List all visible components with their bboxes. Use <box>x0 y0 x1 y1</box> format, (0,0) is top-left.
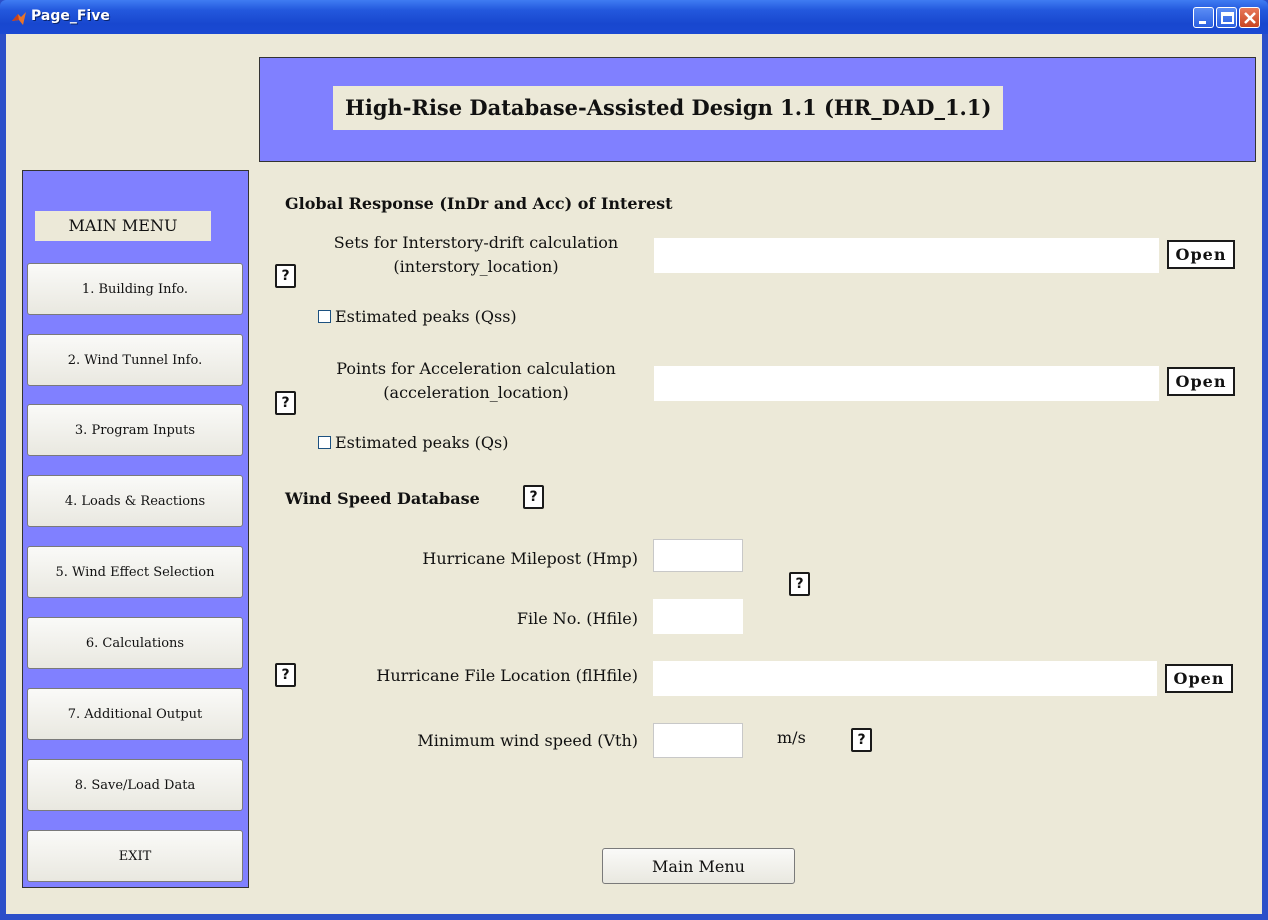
main-menu-panel: MAIN MENU 1. Building Info. 2. Wind Tunn… <box>22 170 249 888</box>
minimize-icon <box>1199 21 1206 24</box>
close-button[interactable] <box>1239 7 1260 28</box>
menu-wind-effect-selection-button[interactable]: 5. Wind Effect Selection <box>27 546 243 598</box>
file-location-label: Hurricane File Location (flHfile) <box>376 666 638 685</box>
interstory-location-input[interactable] <box>654 238 1159 273</box>
header-banner: High-Rise Database-Assisted Design 1.1 (… <box>259 57 1256 162</box>
menu-save-load-data-button[interactable]: 8. Save/Load Data <box>27 759 243 811</box>
minimize-button[interactable] <box>1193 7 1214 28</box>
interstory-peaks-checkbox[interactable] <box>318 309 331 323</box>
interstory-peaks-label: Estimated peaks (Qss) <box>335 306 517 326</box>
file-location-help-button[interactable]: ? <box>275 663 296 687</box>
window-title: Page_Five <box>31 8 110 24</box>
acceleration-label-line2: (acceleration_location) <box>383 383 569 402</box>
min-speed-help-button[interactable]: ? <box>851 728 872 752</box>
menu-wind-tunnel-info-button[interactable]: 2. Wind Tunnel Info. <box>27 334 243 386</box>
file-no-label: File No. (Hfile) <box>516 609 638 628</box>
maximize-button[interactable] <box>1216 7 1237 28</box>
milepost-input[interactable] <box>653 539 743 572</box>
acceleration-location-input[interactable] <box>654 366 1159 401</box>
acceleration-open-button[interactable]: Open <box>1167 367 1235 396</box>
min-speed-unit: m/s <box>777 728 806 747</box>
main-menu-button[interactable]: Main Menu <box>602 848 795 884</box>
menu-building-info-button[interactable]: 1. Building Info. <box>27 263 243 315</box>
acceleration-label-line1: Points for Acceleration calculation <box>336 359 616 378</box>
interstory-help-button[interactable]: ? <box>275 264 296 288</box>
acceleration-peaks-checkbox[interactable] <box>318 435 331 449</box>
file-location-open-button[interactable]: Open <box>1165 664 1233 693</box>
min-speed-label: Minimum wind speed (Vth) <box>417 731 638 750</box>
maximize-icon <box>1221 12 1234 24</box>
app-title: High-Rise Database-Assisted Design 1.1 (… <box>333 86 1004 130</box>
wind-speed-help-button[interactable]: ? <box>523 485 544 509</box>
file-no-input[interactable] <box>653 599 743 634</box>
min-speed-input[interactable] <box>653 723 743 758</box>
menu-program-inputs-button[interactable]: 3. Program Inputs <box>27 404 243 456</box>
milepost-label: Hurricane Milepost (Hmp) <box>422 549 638 568</box>
acceleration-peaks-label: Estimated peaks (Qs) <box>335 432 509 452</box>
acceleration-help-button[interactable]: ? <box>275 391 296 415</box>
menu-loads-reactions-button[interactable]: 4. Loads & Reactions <box>27 475 243 527</box>
interstory-label-line1: Sets for Interstory-drift calculation <box>333 233 619 252</box>
global-response-title: Global Response (InDr and Acc) of Intere… <box>285 194 673 213</box>
menu-additional-output-button[interactable]: 7. Additional Output <box>27 688 243 740</box>
interstory-label-line2: (interstory_location) <box>393 257 559 276</box>
client-area: High-Rise Database-Assisted Design 1.1 (… <box>6 34 1262 914</box>
menu-calculations-button[interactable]: 6. Calculations <box>27 617 243 669</box>
wind-speed-database-title: Wind Speed Database <box>285 489 480 508</box>
close-icon <box>1244 12 1256 24</box>
main-menu-label: MAIN MENU <box>35 211 211 241</box>
application-window: Page_Five High-Rise Database-Assisted De… <box>0 0 1268 920</box>
acceleration-peaks-option[interactable]: Estimated peaks (Qs) <box>318 431 508 453</box>
interstory-peaks-option[interactable]: Estimated peaks (Qss) <box>318 305 517 327</box>
title-bar[interactable]: Page_Five <box>0 0 1268 34</box>
matlab-icon <box>12 12 26 25</box>
interstory-open-button[interactable]: Open <box>1167 240 1235 269</box>
menu-exit-button[interactable]: EXIT <box>27 830 243 882</box>
milepost-help-button[interactable]: ? <box>789 572 810 596</box>
file-location-input[interactable] <box>653 661 1157 696</box>
